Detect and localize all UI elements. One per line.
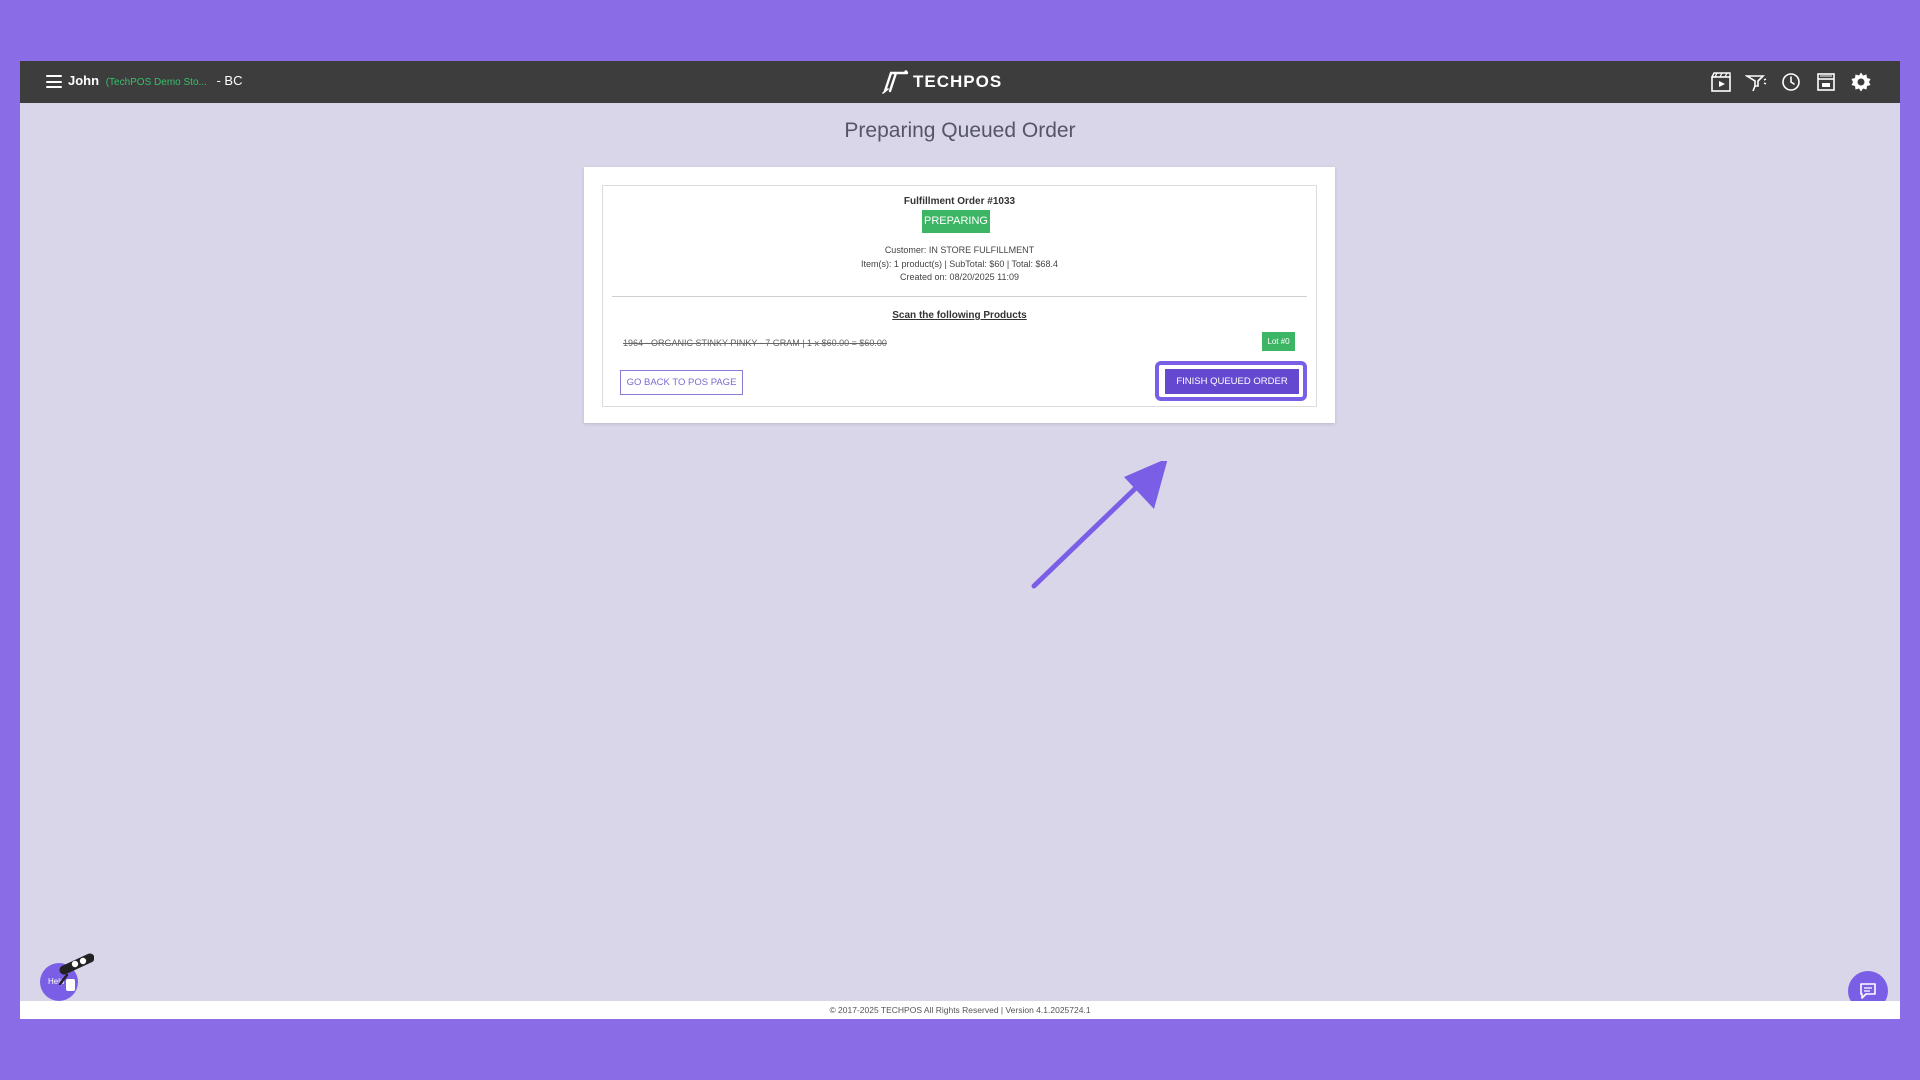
gear-icon[interactable] bbox=[1850, 71, 1872, 93]
user-name: John bbox=[68, 73, 100, 88]
status-badge: PREPARING bbox=[922, 210, 990, 233]
clock-icon[interactable] bbox=[1780, 71, 1802, 93]
go-back-to-pos-button[interactable]: GO BACK TO POS PAGE bbox=[620, 370, 743, 395]
page-title: Preparing Queued Order bbox=[844, 119, 1076, 142]
finish-queued-order-button[interactable]: FINISH QUEUED ORDER bbox=[1165, 369, 1299, 394]
scan-products-heading: Scan the following Products bbox=[892, 310, 1027, 321]
footer: © 2017-2025 TECHPOS All Rights Reserved … bbox=[20, 1001, 1900, 1019]
created-date: Created on: 08/20/2025 11:09 bbox=[900, 272, 1019, 282]
product-line-item: 1964 - ORGANIC STINKY PINKY - 7 GRAM | 1… bbox=[623, 338, 887, 348]
order-details: Customer: IN STORE FULFILLMENT Item(s): … bbox=[603, 244, 1316, 285]
top-navigation-bar: John (TechPOS Demo Sto... - BC TECHPOS bbox=[20, 61, 1900, 103]
items-summary: Item(s): 1 product(s) | SubTotal: $60 | … bbox=[860, 258, 1059, 269]
user-info: John (TechPOS Demo Sto... - BC bbox=[68, 73, 242, 88]
megaphone-icon[interactable] bbox=[1745, 71, 1767, 93]
store-name: (TechPOS Demo Sto... bbox=[105, 77, 207, 88]
techpos-logo: TECHPOS bbox=[882, 68, 1002, 96]
store-icon[interactable] bbox=[1815, 71, 1837, 93]
brand-name: TECHPOS bbox=[913, 72, 1003, 91]
order-panel: Fulfillment Order #1033 PREPARING Custom… bbox=[584, 167, 1335, 423]
app-window: John (TechPOS Demo Sto... - BC TECHPOS P… bbox=[20, 61, 1900, 1019]
robot-icon bbox=[58, 953, 94, 991]
logo-mark-icon bbox=[882, 70, 909, 94]
order-card: Fulfillment Order #1033 PREPARING Custom… bbox=[602, 185, 1317, 407]
customer-label: Customer: IN STORE FULFILLMENT bbox=[884, 245, 1035, 255]
help-widget[interactable]: Help bbox=[38, 952, 96, 1004]
hamburger-menu-icon[interactable] bbox=[46, 75, 62, 88]
region-label: - BC bbox=[216, 73, 243, 88]
film-icon[interactable] bbox=[1710, 71, 1732, 93]
lot-badge: Lot #0 bbox=[1262, 332, 1295, 351]
annotation-arrow-icon bbox=[1031, 461, 1168, 589]
divider bbox=[612, 296, 1307, 297]
order-title: Fulfillment Order #1033 bbox=[903, 196, 1016, 207]
top-toolbar bbox=[1710, 71, 1872, 93]
